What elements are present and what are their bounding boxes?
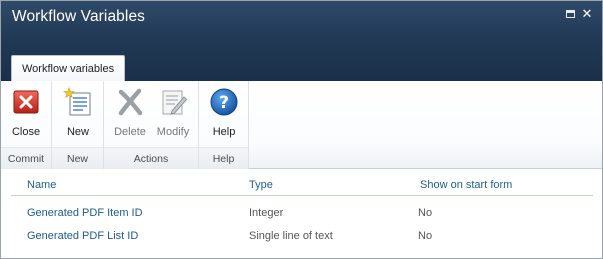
delete-icon bbox=[113, 85, 147, 119]
variable-name-link[interactable]: Generated PDF List ID bbox=[27, 230, 138, 242]
variable-type: Integer bbox=[249, 207, 284, 219]
close-icon bbox=[9, 85, 43, 119]
workflow-variables-dialog: Workflow Variables ✕ Workflow variables … bbox=[0, 0, 603, 259]
variable-show-on-start-form: No bbox=[418, 207, 433, 219]
help-button[interactable]: ? Help bbox=[202, 85, 246, 141]
dialog-title: Workflow Variables bbox=[12, 8, 146, 25]
maximize-icon[interactable] bbox=[563, 7, 577, 21]
ribbon-group-actions: Delete Modify Actions bbox=[104, 81, 199, 169]
ribbon-group-commit: Close Commit bbox=[1, 81, 52, 169]
modify-icon bbox=[156, 85, 190, 119]
tab-workflow-variables[interactable]: Workflow variables bbox=[11, 55, 126, 81]
ribbon-group-new: New New bbox=[52, 81, 104, 169]
group-label-actions: Actions bbox=[104, 147, 198, 169]
help-icon: ? bbox=[207, 85, 241, 119]
table-header: Name Type Show on start form bbox=[11, 176, 593, 196]
delete-button-label: Delete bbox=[114, 126, 146, 138]
variable-type: Single line of text bbox=[249, 230, 333, 242]
variables-table: Name Type Show on start form Generated P… bbox=[11, 176, 593, 247]
modify-button[interactable]: Modify bbox=[151, 85, 195, 141]
ribbon-group-help: ? Help Help bbox=[199, 81, 249, 169]
variable-name-link[interactable]: Generated PDF Item ID bbox=[27, 207, 143, 219]
close-window-icon[interactable]: ✕ bbox=[580, 7, 594, 21]
help-button-label: Help bbox=[212, 126, 236, 138]
svg-text:?: ? bbox=[219, 93, 229, 113]
column-header-name[interactable]: Name bbox=[27, 179, 56, 191]
table-row: Generated PDF List ID Single line of tex… bbox=[11, 224, 593, 247]
group-label-commit: Commit bbox=[1, 147, 51, 169]
new-item-icon bbox=[61, 85, 95, 119]
close-button-label: Close bbox=[11, 126, 41, 138]
close-button[interactable]: Close bbox=[4, 85, 48, 141]
modify-button-label: Modify bbox=[156, 126, 190, 138]
ribbon: Close Commit New New Delete Modify Actio… bbox=[1, 81, 602, 169]
column-header-show-on-start-form[interactable]: Show on start form bbox=[420, 179, 512, 191]
variable-show-on-start-form: No bbox=[418, 230, 433, 242]
group-label-new: New bbox=[52, 147, 103, 169]
table-row: Generated PDF Item ID Integer No bbox=[11, 201, 593, 224]
new-button-label: New bbox=[66, 126, 89, 138]
delete-button[interactable]: Delete bbox=[108, 85, 152, 141]
group-label-help: Help bbox=[199, 147, 248, 169]
new-button[interactable]: New bbox=[56, 85, 100, 141]
title-bar: Workflow Variables ✕ Workflow variables bbox=[1, 1, 602, 81]
column-header-type[interactable]: Type bbox=[249, 179, 273, 191]
